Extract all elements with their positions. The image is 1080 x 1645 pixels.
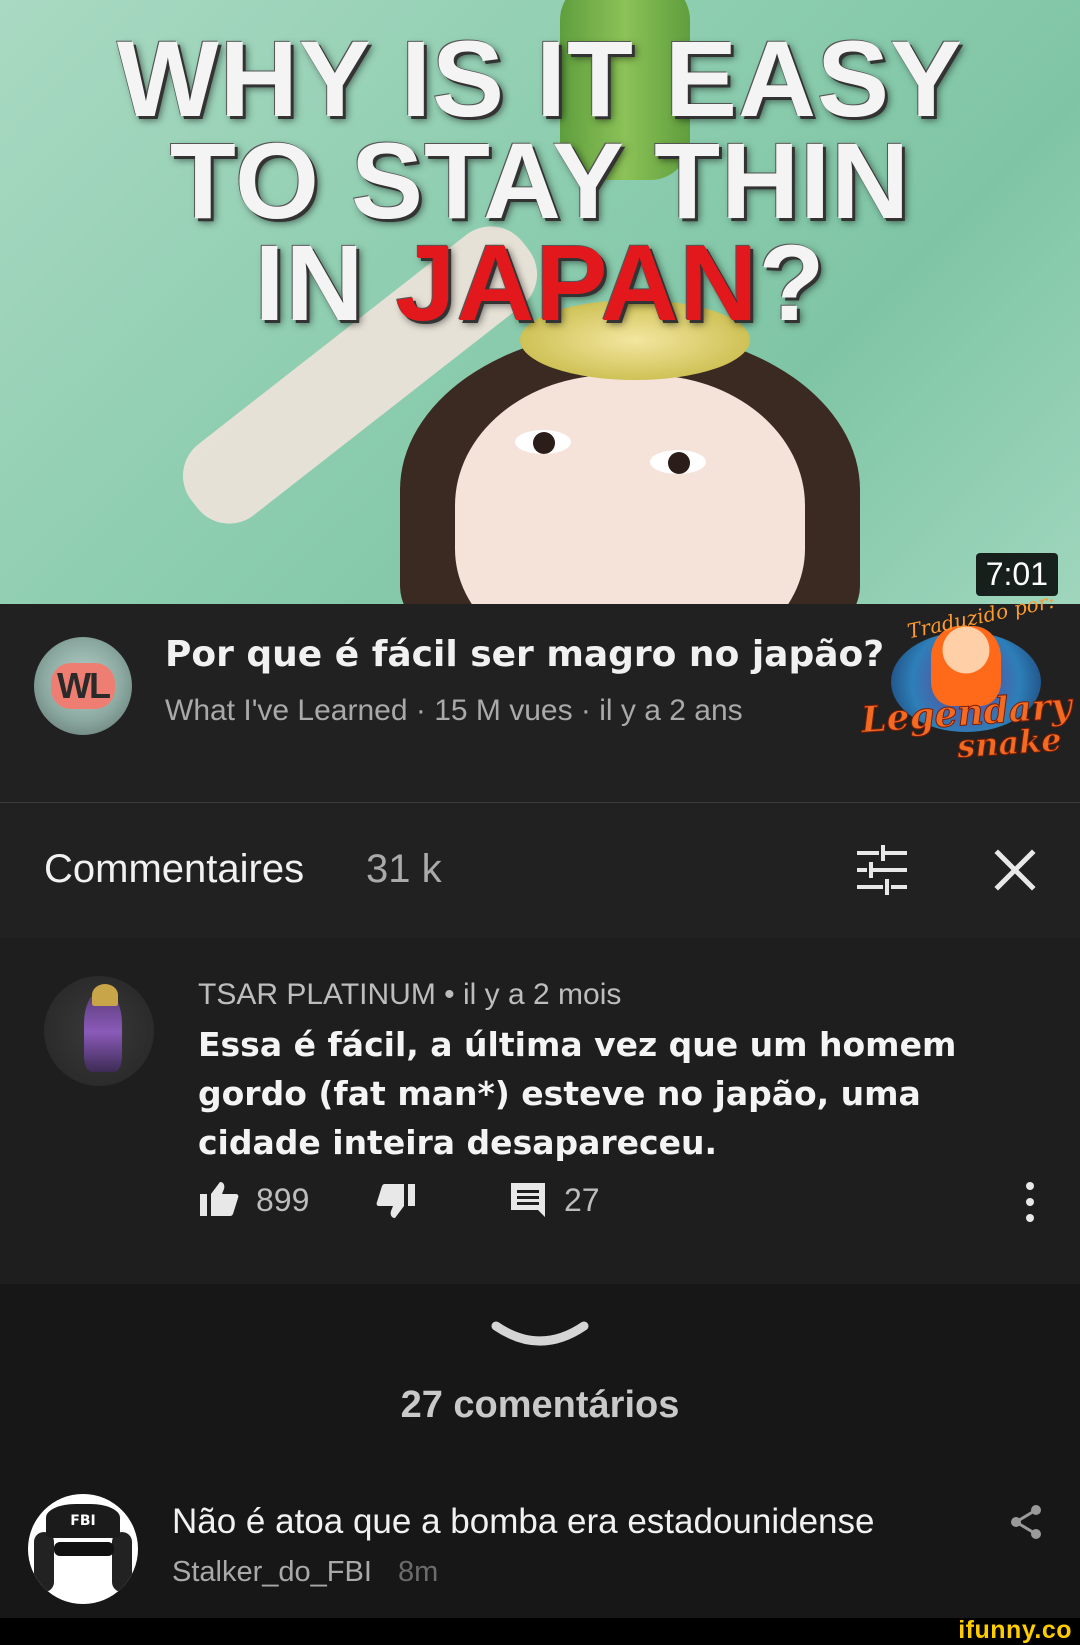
- video-info: WL Por que é fácil ser magro no japão? W…: [0, 589, 1080, 802]
- thumbs-down-icon: [376, 1184, 415, 1218]
- replies-section: 27 comentários FBI Não é atoa que a bomb…: [0, 1284, 1080, 1618]
- thumbnail-eye-left: [515, 430, 571, 454]
- like-count: 899: [256, 1181, 310, 1218]
- close-icon[interactable]: [990, 845, 1040, 895]
- comments-header: Commentaires 31 k: [0, 803, 1080, 938]
- ifunny-watermark: ifunny.co: [958, 1616, 1072, 1644]
- replies-count-label[interactable]: 27 comentários: [0, 1384, 1080, 1427]
- headline-in: IN: [254, 222, 396, 343]
- thumbnail-headline: WHY IS IT EASY TO STAY THIN IN JAPAN?: [0, 18, 1080, 337]
- headline-question: ?: [758, 222, 826, 343]
- thumbnail-face: [455, 375, 805, 604]
- headline-line-1: WHY IS IT EASY: [116, 18, 964, 139]
- avatar-sunglasses: [54, 1542, 114, 1556]
- video-thumbnail[interactable]: WHY IS IT EASY TO STAY THIN IN JAPAN? 7:…: [0, 0, 1080, 604]
- sort-filter-icon[interactable]: [855, 843, 909, 897]
- chevron-down-icon[interactable]: [490, 1316, 590, 1356]
- watermark-word-2: snake: [955, 720, 1063, 766]
- thumbnail-eye-right: [650, 450, 706, 474]
- translator-watermark: Traduzido por: Legendary snake: [859, 589, 1073, 766]
- commenter-avatar[interactable]: [44, 976, 154, 1086]
- more-vert-icon[interactable]: [1018, 1178, 1042, 1226]
- channel-avatar-text: WL: [51, 663, 115, 709]
- avatar-hair-left: [34, 1532, 54, 1592]
- comment-text: Essa é fácil, a última vez que um homem …: [198, 1025, 957, 1162]
- comments-count: 31 k: [366, 847, 442, 891]
- reply-count: 27: [564, 1181, 600, 1218]
- reply-timestamp: 8m: [398, 1556, 439, 1588]
- video-title[interactable]: Por que é fácil ser magro no japão?: [165, 634, 884, 675]
- headline-line-2: TO STAY THIN: [169, 120, 911, 241]
- dislike-button[interactable]: [375, 1180, 417, 1220]
- bottom-bar: ifunny.co: [0, 1616, 1080, 1645]
- comment-bubble-icon: [511, 1183, 545, 1217]
- reply-text: Não é atoa que a bomba era estadounidens…: [172, 1502, 875, 1541]
- video-meta: What I've Learned · 15 M vues · il y a 2…: [165, 694, 743, 727]
- reply-button[interactable]: 27: [508, 1180, 600, 1220]
- comments-title: Commentaires: [44, 847, 305, 891]
- reply-avatar[interactable]: FBI: [28, 1494, 138, 1604]
- avatar-hat: [92, 984, 118, 1006]
- share-icon[interactable]: [1006, 1502, 1046, 1542]
- headline-line-3: IN JAPAN?: [0, 229, 1080, 337]
- headline-japan: JAPAN: [395, 222, 759, 343]
- avatar-hair-right: [112, 1532, 132, 1592]
- top-comment: TSAR PLATINUM • il y a 2 mois Essa é fác…: [0, 938, 1080, 1284]
- comment-author-line[interactable]: TSAR PLATINUM • il y a 2 mois: [198, 978, 621, 1012]
- like-button[interactable]: 899: [198, 1180, 309, 1220]
- reply-username[interactable]: Stalker_do_FBI: [172, 1556, 372, 1589]
- avatar-cap: FBI: [46, 1504, 120, 1538]
- thumbs-up-icon: [200, 1182, 239, 1216]
- channel-avatar[interactable]: WL: [34, 637, 132, 735]
